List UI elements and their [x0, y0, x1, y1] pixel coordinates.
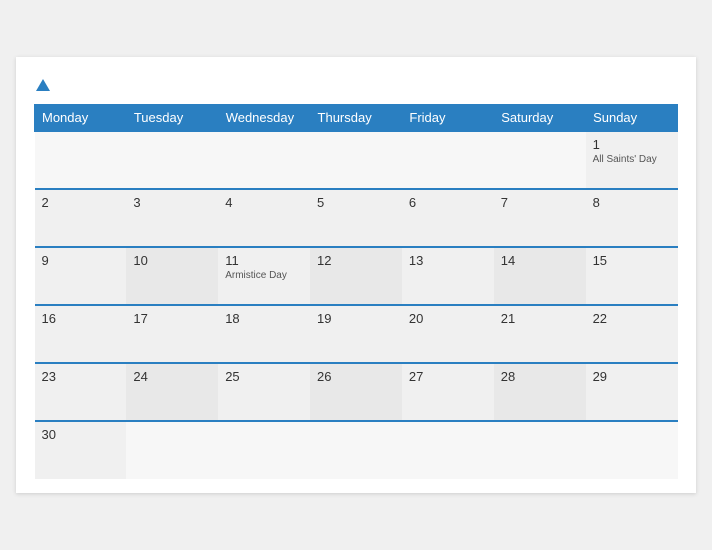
calendar-cell: 7	[494, 189, 586, 247]
calendar-cell: 10	[126, 247, 218, 305]
day-number: 17	[133, 311, 211, 326]
calendar-cell: 21	[494, 305, 586, 363]
calendar-cell	[310, 131, 402, 189]
day-number: 15	[593, 253, 671, 268]
calendar-cell: 9	[35, 247, 127, 305]
calendar-cell: 30	[35, 421, 127, 479]
day-number: 29	[593, 369, 671, 384]
day-number: 30	[42, 427, 120, 442]
day-number: 10	[133, 253, 211, 268]
calendar-cell	[35, 131, 127, 189]
day-number: 27	[409, 369, 487, 384]
calendar-header	[34, 75, 678, 92]
calendar-cell: 8	[586, 189, 678, 247]
calendar-cell: 16	[35, 305, 127, 363]
calendar-cell	[402, 421, 494, 479]
calendar-cell	[494, 421, 586, 479]
day-number: 7	[501, 195, 579, 210]
calendar-cell: 20	[402, 305, 494, 363]
calendar-cell: 12	[310, 247, 402, 305]
day-number: 11	[225, 253, 303, 268]
calendar-cell	[126, 131, 218, 189]
day-number: 14	[501, 253, 579, 268]
day-header-saturday: Saturday	[494, 104, 586, 131]
day-number: 4	[225, 195, 303, 210]
calendar-cell: 27	[402, 363, 494, 421]
calendar-week-row: 9 10 11 Armistice Day 12 13 14 15	[35, 247, 678, 305]
calendar-cell: 5	[310, 189, 402, 247]
logo-triangle-icon	[36, 79, 50, 91]
calendar-cell: 13	[402, 247, 494, 305]
day-header-sunday: Sunday	[586, 104, 678, 131]
calendar-cell: 2	[35, 189, 127, 247]
calendar-cell: 23	[35, 363, 127, 421]
calendar-cell: 3	[126, 189, 218, 247]
day-header-monday: Monday	[35, 104, 127, 131]
calendar-cell: 19	[310, 305, 402, 363]
calendar-cell: 17	[126, 305, 218, 363]
calendar-cell: 28	[494, 363, 586, 421]
logo-text	[34, 75, 50, 92]
calendar-cell	[126, 421, 218, 479]
day-header-thursday: Thursday	[310, 104, 402, 131]
calendar: MondayTuesdayWednesdayThursdayFridaySatu…	[16, 57, 696, 493]
calendar-cell: 18	[218, 305, 310, 363]
calendar-cell: 22	[586, 305, 678, 363]
day-number: 5	[317, 195, 395, 210]
day-number: 13	[409, 253, 487, 268]
calendar-cell	[586, 421, 678, 479]
holiday-name: All Saints' Day	[593, 154, 671, 165]
calendar-cell: 11 Armistice Day	[218, 247, 310, 305]
day-number: 21	[501, 311, 579, 326]
logo	[34, 75, 50, 92]
day-number: 1	[593, 137, 671, 152]
day-header-wednesday: Wednesday	[218, 104, 310, 131]
calendar-cell	[310, 421, 402, 479]
calendar-cell: 15	[586, 247, 678, 305]
day-number: 8	[593, 195, 671, 210]
calendar-table: MondayTuesdayWednesdayThursdayFridaySatu…	[34, 104, 678, 479]
calendar-cell: 29	[586, 363, 678, 421]
calendar-week-row: 30	[35, 421, 678, 479]
day-number: 18	[225, 311, 303, 326]
calendar-cell: 25	[218, 363, 310, 421]
calendar-week-row: 1 All Saints' Day	[35, 131, 678, 189]
calendar-week-row: 23 24 25 26 27 28 29	[35, 363, 678, 421]
day-number: 19	[317, 311, 395, 326]
calendar-cell: 14	[494, 247, 586, 305]
calendar-cell: 6	[402, 189, 494, 247]
day-header-friday: Friday	[402, 104, 494, 131]
calendar-cell: 1 All Saints' Day	[586, 131, 678, 189]
calendar-cell	[494, 131, 586, 189]
day-number: 23	[42, 369, 120, 384]
calendar-week-row: 2345678	[35, 189, 678, 247]
calendar-cell	[218, 421, 310, 479]
day-number: 9	[42, 253, 120, 268]
day-number: 2	[42, 195, 120, 210]
calendar-cell: 24	[126, 363, 218, 421]
day-number: 6	[409, 195, 487, 210]
calendar-cell: 26	[310, 363, 402, 421]
calendar-cell: 4	[218, 189, 310, 247]
day-number: 20	[409, 311, 487, 326]
day-number: 28	[501, 369, 579, 384]
calendar-week-row: 16 17 18 19 20 21 22	[35, 305, 678, 363]
day-header-tuesday: Tuesday	[126, 104, 218, 131]
calendar-cell	[218, 131, 310, 189]
day-number: 24	[133, 369, 211, 384]
day-number: 25	[225, 369, 303, 384]
holiday-name: Armistice Day	[225, 270, 303, 281]
calendar-header-row: MondayTuesdayWednesdayThursdayFridaySatu…	[35, 104, 678, 131]
day-number: 3	[133, 195, 211, 210]
day-number: 12	[317, 253, 395, 268]
calendar-cell	[402, 131, 494, 189]
day-number: 26	[317, 369, 395, 384]
day-number: 22	[593, 311, 671, 326]
day-number: 16	[42, 311, 120, 326]
